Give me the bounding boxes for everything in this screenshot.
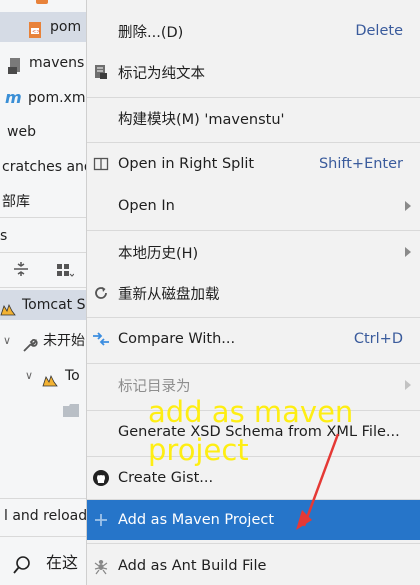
compare-icon [92,330,110,348]
menu-separator [87,230,420,231]
tomcat-icon [0,298,16,316]
menu-separator [87,142,420,143]
menu-item-compare-with[interactable]: Compare With... Ctrl+D [87,320,420,358]
menu-separator [87,363,420,364]
xml-file-icon: <> [28,19,42,38]
menu-item-label: Compare With... [118,331,236,347]
menu-item-shortcut: Ctrl+D [353,331,403,347]
iml-file-icon [8,55,22,74]
menu-item-open-in[interactable]: Open In [87,187,420,225]
wrench-icon [22,334,38,352]
submenu-arrow-icon [405,201,411,211]
tree-row-pom[interactable]: <> pom [0,12,86,42]
plus-icon [92,511,110,529]
split-icon [92,155,110,173]
menu-item-create-gist[interactable]: Create Gist... [87,459,420,497]
menu-separator [87,543,420,544]
menu-item-add-as-maven-project[interactable]: Add as Maven Project [87,500,420,540]
tree-label: mavens [29,55,85,71]
chevron-down-icon[interactable]: ∨ [25,361,33,391]
menu-item-label: 删除...(D) [118,24,184,41]
github-icon [92,469,110,487]
context-menu: 删除...(D) Delete 标记为纯文本 构建模块(M) 'mavenstu… [86,0,420,585]
tree-label: pom.xm [28,90,86,106]
tomcat-icon [42,369,58,387]
menu-separator [87,456,420,457]
maven-icon: m [5,88,22,107]
menu-item-label: 构建模块(M) 'mavenstu' [118,111,285,128]
tree-label: 未开始 [43,333,85,349]
menu-separator [87,317,420,318]
file-icon [36,0,48,4]
tree-label: 部库 [2,194,30,210]
search-input[interactable]: 在这 [46,548,78,578]
ant-icon [92,557,110,575]
submenu-arrow-icon [405,380,411,390]
menu-item-shortcut: Shift+Enter [318,156,403,172]
tree-label: pom [50,19,82,35]
menu-item-delete[interactable]: 删除...(D) Delete [87,12,420,50]
menu-separator [87,97,420,98]
divider [0,252,86,253]
menu-item-build-module[interactable]: 构建模块(M) 'mavenstu' [87,99,420,137]
svg-text:<>: <> [32,29,40,35]
tree-row-tomcat-server[interactable]: Tomcat S [0,290,86,320]
menu-item-label: Generate XSD Schema from XML File... [118,424,400,440]
tab-label: s [0,228,8,244]
divider [0,287,86,288]
menu-item-label: Create Gist... [118,470,214,486]
tree-label: cratches and [2,159,86,175]
menu-item-local-history[interactable]: 本地历史(H) [87,233,420,271]
menu-item-label: 标记为纯文本 [118,65,205,82]
menu-item-label: Open In [118,198,175,214]
tree-label: To [65,368,80,384]
menu-item-generate-xsd-schema[interactable]: Generate XSD Schema from XML File... [87,413,420,451]
menu-item-label: 本地历史(H) [118,245,199,262]
menu-item-label: 标记目录为 [118,378,191,395]
menu-item-add-as-ant-build-file[interactable]: Add as Ant Build File [87,547,420,585]
submenu-arrow-icon [405,247,411,257]
menu-item-mark-as-plain-text[interactable]: 标记为纯文本 [87,53,420,91]
search-icon [13,555,31,574]
folder-icon [63,404,79,417]
plain-text-icon [92,63,110,81]
project-panel: <> pom mavens m pom.xm web cratches and … [0,0,86,585]
menu-item-label: Add as Ant Build File [118,558,267,574]
menu-item-open-in-right-split[interactable]: Open in Right Split Shift+Enter [87,145,420,183]
menu-item-label: Open in Right Split [118,156,255,172]
menu-separator [87,410,420,411]
tree-label: web [7,124,36,140]
menu-item-mark-directory-as[interactable]: 标记目录为 [87,366,420,404]
divider [0,217,86,218]
status-text: l and reload [4,508,86,524]
menu-item-reload-from-disk[interactable]: 重新从磁盘加载 [87,274,420,312]
menu-item-shortcut: Delete [355,23,403,39]
tree-label: Tomcat S [22,297,86,313]
group-icon[interactable] [56,262,75,278]
divider [0,536,86,537]
collapse-all-icon[interactable] [12,261,30,277]
divider [0,498,86,499]
chevron-down-icon[interactable]: ∨ [3,326,11,356]
menu-item-label: Add as Maven Project [118,512,275,528]
reload-icon [92,284,110,302]
menu-item-label: 重新从磁盘加载 [118,286,220,303]
